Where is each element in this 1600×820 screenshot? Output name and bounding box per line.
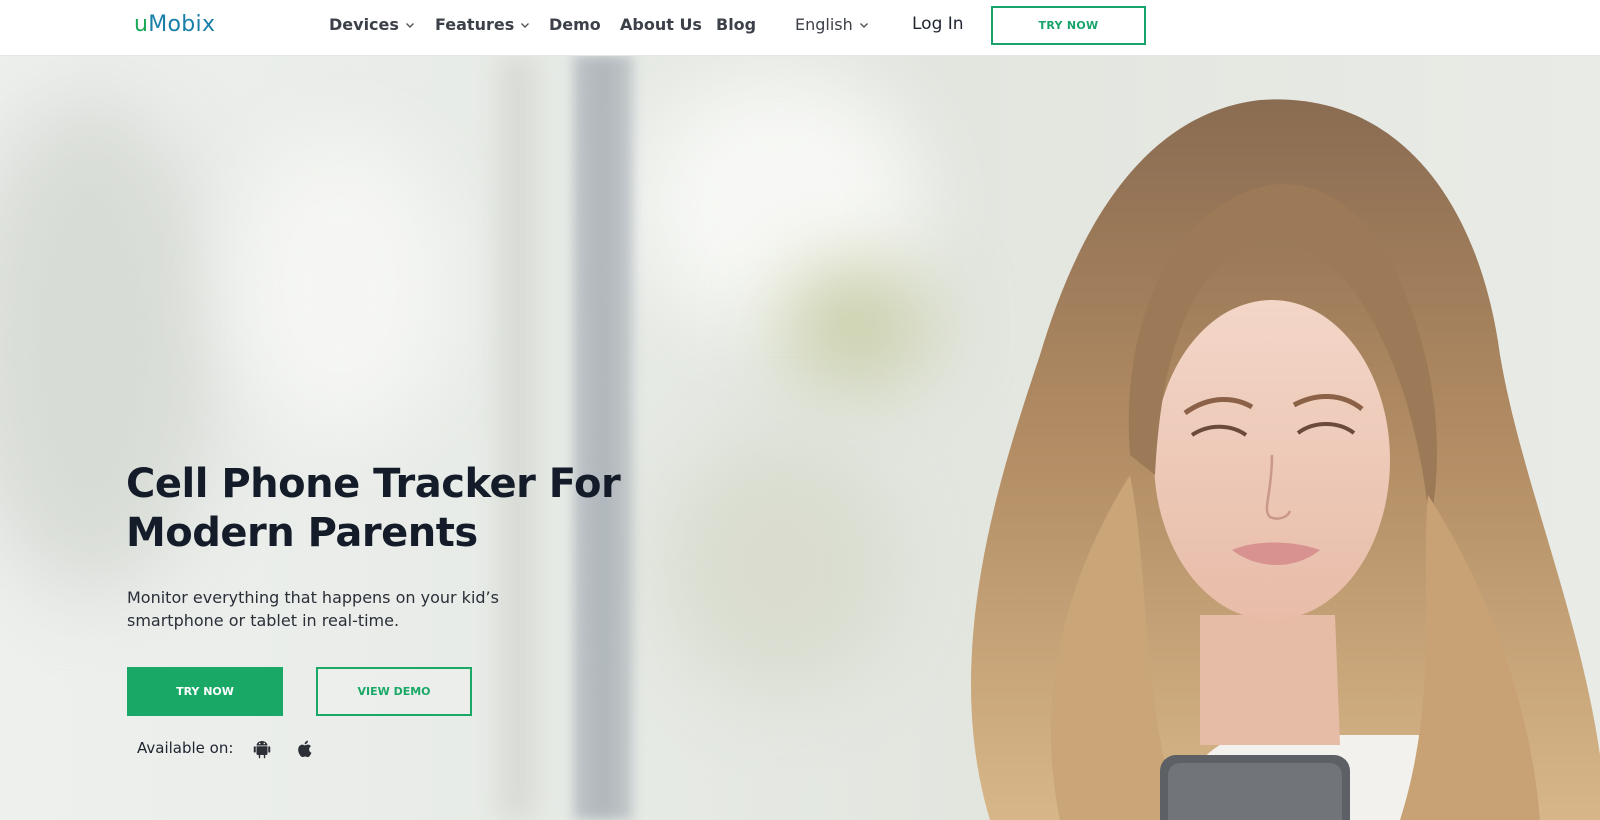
background-pillar xyxy=(500,55,535,820)
hero-headline: Cell Phone Tracker For Modern Parents xyxy=(126,461,621,556)
chevron-down-icon xyxy=(859,22,868,28)
nav-demo[interactable]: Demo xyxy=(549,15,601,34)
nav-features[interactable]: Features xyxy=(435,15,530,34)
nav-blog-label: Blog xyxy=(716,15,757,34)
nav-demo-label: Demo xyxy=(549,15,601,34)
umobix-logo[interactable]: uMobix xyxy=(134,12,215,37)
hero-try-now-button[interactable]: TRY NOW xyxy=(127,667,283,716)
nav-blog[interactable]: Blog xyxy=(716,15,756,34)
nav-about-label: About Us xyxy=(620,15,702,34)
background-pillar xyxy=(573,55,633,820)
background-blur xyxy=(230,135,450,435)
nav-devices[interactable]: Devices xyxy=(329,15,415,34)
hero-woman-photo xyxy=(971,99,1600,820)
logo-u: u xyxy=(134,12,149,37)
nav-features-label: Features xyxy=(435,15,515,34)
nav-devices-label: Devices xyxy=(329,15,399,34)
view-demo-button[interactable]: VIEW DEMO xyxy=(316,667,472,716)
hero-subtext: Monitor everything that happens on your … xyxy=(127,588,499,630)
nav-about-us[interactable]: About Us xyxy=(620,15,702,34)
site-header: uMobix Devices Features Demo About Us Bl… xyxy=(0,0,1600,56)
available-on-label: Available on: xyxy=(137,739,234,757)
login-label: Log In xyxy=(912,14,964,34)
background-blur xyxy=(660,435,900,695)
chevron-down-icon xyxy=(521,22,530,28)
chevron-down-icon xyxy=(405,22,414,28)
language-selector[interactable]: English xyxy=(795,15,869,34)
language-label: English xyxy=(795,15,853,34)
hero-section: Cell Phone Tracker For Modern Parents Mo… xyxy=(0,55,1600,820)
apple-icon[interactable] xyxy=(294,738,316,760)
login-link[interactable]: Log In xyxy=(912,14,964,34)
android-icon[interactable] xyxy=(251,738,273,760)
header-try-now-button[interactable]: TRY NOW xyxy=(991,6,1146,45)
logo-mobix: Mobix xyxy=(148,12,216,37)
